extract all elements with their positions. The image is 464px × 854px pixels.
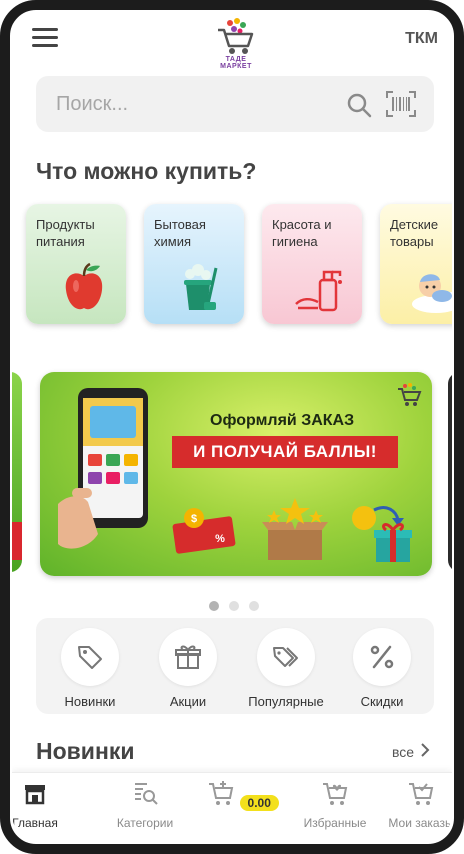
carousel-pagination — [12, 598, 452, 616]
quick-link-label: Новинки — [64, 694, 116, 709]
pagination-dot-active[interactable] — [208, 601, 219, 611]
cart-heart-icon — [323, 783, 348, 805]
store-icon — [25, 785, 45, 805]
nav-home[interactable]: Главная — [12, 779, 80, 839]
chevron-right-icon — [418, 742, 432, 761]
category-card-kids[interactable]: Детские товары — [380, 204, 452, 324]
apple-icon — [65, 262, 103, 310]
pagination-dot[interactable] — [229, 601, 239, 611]
bottom-navigation: Главная Категории 0.00 Избранные Мои зак… — [12, 772, 452, 842]
category-label: Красота и гигиена — [272, 217, 332, 249]
nav-label: Главная — [12, 816, 58, 830]
category-card-household[interactable]: Бытовая химия — [144, 204, 244, 324]
quick-link-label: Скидки — [360, 694, 404, 709]
next-banner-peek[interactable] — [448, 372, 452, 572]
nav-label: Мои заказы — [388, 816, 452, 830]
nav-label: Избранные — [303, 816, 367, 830]
coin-to-gift-icon — [352, 506, 412, 562]
logo-text: ТАДЕ МАРКЕТ — [220, 56, 252, 70]
promo-carousel[interactable]: Оформляй ЗАКАЗ И ПОЛУЧАЙ БАЛЛЫ! $ % — [12, 364, 452, 586]
category-label: Бытовая химия — [154, 217, 206, 249]
new-items-title: Новинки — [36, 738, 135, 764]
menu-icon[interactable] — [32, 28, 58, 48]
app-logo[interactable]: ТАДЕ МАРКЕТ — [210, 16, 262, 70]
phone-in-hand-illustration — [58, 388, 148, 549]
category-label: Детские товары — [390, 217, 439, 249]
search-bar — [36, 76, 434, 132]
cart-check-icon — [409, 783, 434, 805]
banner-logo-icon — [398, 383, 422, 406]
quick-link-label: Популярные — [248, 694, 324, 709]
box-with-stars-icon — [262, 498, 328, 560]
nav-cart[interactable]: 0.00 — [198, 779, 288, 839]
category-card-beauty[interactable]: Красота и гигиена — [262, 204, 362, 324]
search-icon[interactable] — [346, 92, 372, 118]
tag-icon — [78, 646, 102, 669]
previous-banner-peek[interactable] — [12, 372, 22, 572]
app-screen: ТАДЕ МАРКЕТ ТКМ Что можно купить? Продук… — [12, 12, 452, 842]
see-all-link[interactable]: все — [392, 742, 432, 761]
quick-links-panel: Новинки Акции Популярные Скидки — [36, 618, 434, 714]
barcode-scanner-icon[interactable] — [386, 91, 416, 117]
category-label: Продукты питания — [36, 217, 95, 249]
cart-logo-icon — [218, 18, 254, 54]
quick-link-label: Акции — [169, 694, 207, 709]
coupon-icon: $ % — [172, 508, 236, 554]
gift-icon — [175, 645, 201, 669]
svg-text:$: $ — [191, 513, 197, 525]
cart-add-icon — [209, 781, 234, 805]
categories-carousel: Продукты питания Бытовая химия Красота и — [26, 204, 452, 330]
phone-frame: ТАДЕ МАРКЕТ ТКМ Что можно купить? Продук… — [0, 0, 464, 854]
percent-icon — [370, 645, 394, 669]
soap-dispenser-icon — [295, 270, 342, 312]
catalog-search-icon — [135, 783, 158, 805]
category-card-food[interactable]: Продукты питания — [26, 204, 126, 324]
nav-favorites[interactable]: Избранные — [290, 779, 380, 839]
categories-section-title: Что можно купить? — [36, 158, 257, 184]
banner-cta: И ПОЛУЧАЙ БАЛЛЫ! — [172, 436, 398, 468]
cleaning-bucket-icon — [184, 264, 218, 310]
nav-categories[interactable]: Категории — [100, 779, 190, 839]
search-input[interactable] — [56, 90, 336, 118]
quick-link-promotions[interactable]: Акции — [148, 628, 228, 712]
pagination-dot[interactable] — [249, 601, 260, 611]
banner-title: Оформляй ЗАКАЗ — [210, 412, 355, 429]
quick-link-discounts[interactable]: Скидки — [342, 628, 422, 712]
baby-icon — [412, 274, 452, 313]
region-selector[interactable]: ТКМ — [405, 30, 438, 48]
tags-icon — [273, 647, 298, 667]
quick-link-new[interactable]: Новинки — [50, 628, 130, 712]
promo-banner[interactable]: Оформляй ЗАКАЗ И ПОЛУЧАЙ БАЛЛЫ! $ % — [40, 372, 432, 576]
cart-total-badge: 0.00 — [239, 795, 279, 811]
app-header: ТАДЕ МАРКЕТ ТКМ — [12, 12, 452, 74]
quick-link-popular[interactable]: Популярные — [246, 628, 326, 712]
svg-text:%: % — [215, 533, 225, 545]
nav-my-orders[interactable]: Мои заказы — [376, 779, 452, 839]
nav-label: Категории — [116, 816, 174, 830]
see-all-label: все — [392, 743, 415, 760]
